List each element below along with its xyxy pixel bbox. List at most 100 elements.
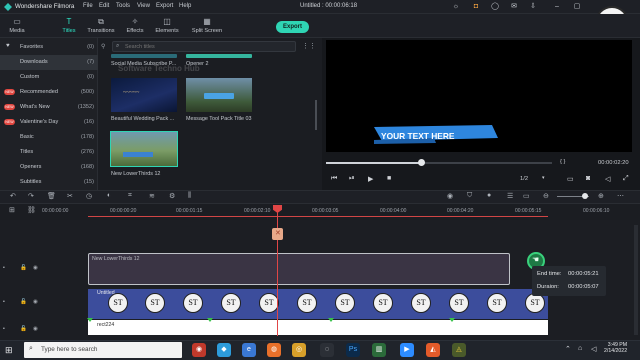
eye-icon[interactable]: ◉ bbox=[33, 299, 38, 305]
download-icon[interactable]: ⇩ bbox=[529, 3, 537, 11]
crop-icon[interactable]: ⌗ bbox=[128, 192, 132, 200]
redo-icon[interactable]: ↷ bbox=[28, 192, 34, 200]
search-input[interactable] bbox=[125, 43, 290, 51]
sidebar-item-whats-new[interactable]: NEW What's New (1352) bbox=[0, 100, 98, 115]
thumbnail-opener[interactable] bbox=[186, 54, 252, 58]
tab-split-screen[interactable]: ▦ Split Screen bbox=[188, 14, 226, 38]
brave-icon[interactable]: ◭ bbox=[426, 343, 440, 357]
thumbnail-wedding[interactable]: ~~~~~ bbox=[111, 78, 177, 112]
app-icon-2[interactable]: ◆ bbox=[217, 343, 231, 357]
thumbnail-social-media[interactable] bbox=[111, 54, 177, 58]
zoom-app-icon[interactable]: ▶ bbox=[400, 343, 414, 357]
shape-clip[interactable]: rect224 bbox=[88, 320, 548, 335]
marker-icon[interactable] bbox=[87, 318, 93, 322]
menu-export[interactable]: Export bbox=[156, 3, 173, 9]
split-icon[interactable]: ⫼ bbox=[188, 192, 191, 200]
taskbar-clock[interactable]: 3:49 PM 2/14/2022 bbox=[604, 342, 627, 354]
sidebar-item-custom[interactable]: Custom (0) bbox=[0, 70, 98, 85]
sidebar-item-titles[interactable]: Titles (276) bbox=[0, 145, 98, 160]
filter-icon[interactable]: ⚲ bbox=[101, 43, 105, 50]
marker-icon[interactable] bbox=[207, 318, 213, 322]
sidebar-item-favorites[interactable]: ♥ Favorites (0) bbox=[0, 40, 98, 55]
add-track-icon[interactable]: ⊞ bbox=[9, 206, 15, 214]
subtitle-icon[interactable]: ▭ bbox=[523, 192, 530, 200]
taskbar-search[interactable]: ⌕ Type here to search bbox=[24, 342, 182, 358]
sidebar-item-basic[interactable]: Basic (178) bbox=[0, 130, 98, 145]
lock-icon[interactable]: 🔓 bbox=[20, 326, 27, 332]
eye-icon[interactable]: ◉ bbox=[33, 265, 38, 271]
tab-transitions[interactable]: ⧉ Transitions bbox=[84, 14, 118, 38]
zoom-slider-handle[interactable] bbox=[582, 193, 588, 199]
thumbnail-new-lowerthirds[interactable] bbox=[110, 131, 178, 167]
sidebar-item-openers[interactable]: Openers (168) bbox=[0, 160, 98, 175]
zoom-in-icon[interactable]: ⊕ bbox=[598, 192, 604, 200]
cut-icon[interactable]: ✂ bbox=[67, 192, 73, 200]
account-icon[interactable]: ◯ bbox=[491, 3, 499, 11]
mic-icon[interactable]: ● bbox=[487, 192, 491, 199]
search-box[interactable]: ⌕ bbox=[112, 41, 296, 52]
link-icon[interactable]: ⛓ bbox=[27, 206, 36, 214]
app-icon-1[interactable]: ◉ bbox=[192, 343, 206, 357]
tab-media[interactable]: ▭ Media bbox=[0, 14, 34, 38]
sidebar-item-subtitles[interactable]: Subtitles (15) bbox=[0, 175, 98, 190]
list-icon[interactable]: ☰ bbox=[507, 192, 513, 200]
tab-titles[interactable]: T Titles bbox=[52, 14, 86, 38]
tray-chevron-icon[interactable]: ⌃ bbox=[565, 345, 571, 353]
edge-icon[interactable]: e bbox=[242, 343, 256, 357]
volume-tray-icon[interactable]: ◁ bbox=[591, 345, 596, 353]
more-options-icon[interactable]: ⋯ bbox=[617, 192, 624, 200]
filmora-taskbar-icon[interactable]: ◬ bbox=[452, 343, 466, 357]
app-icon-8[interactable]: ▥ bbox=[372, 343, 386, 357]
zoom-out-icon[interactable]: ⊖ bbox=[543, 192, 549, 200]
app-icon-6[interactable]: ◌ bbox=[320, 343, 334, 357]
volume-icon[interactable]: ◁ bbox=[605, 175, 610, 183]
network-icon[interactable]: ⌂ bbox=[578, 345, 582, 352]
maximize-icon[interactable]: ▢ bbox=[573, 3, 581, 11]
shield-icon[interactable]: ⛉ bbox=[467, 192, 472, 200]
windows-start-icon[interactable]: ⊞ bbox=[5, 345, 13, 356]
photoshop-icon[interactable]: Ps bbox=[346, 343, 360, 357]
delete-icon[interactable]: 🗑 bbox=[47, 192, 56, 200]
export-button[interactable]: Export bbox=[276, 21, 309, 33]
marker-icon[interactable] bbox=[328, 318, 334, 322]
playhead[interactable] bbox=[277, 206, 278, 336]
lock-icon[interactable]: 🔓 bbox=[20, 299, 27, 305]
timeline-scrollbar[interactable] bbox=[634, 225, 638, 335]
gift-icon[interactable]: ◘ bbox=[472, 3, 480, 11]
menu-file[interactable]: File bbox=[83, 3, 93, 9]
camera-icon[interactable]: ◙ bbox=[586, 175, 590, 182]
mail-icon[interactable]: ✉ bbox=[510, 3, 518, 11]
color-icon[interactable]: ◐ bbox=[107, 192, 111, 199]
fullscreen-icon[interactable]: ⤢ bbox=[623, 175, 629, 183]
sidebar-item-recommended[interactable]: NEW Recommended (500) bbox=[0, 85, 98, 100]
menu-tools[interactable]: Tools bbox=[116, 3, 130, 9]
play-back-icon[interactable]: ⏯ bbox=[349, 175, 355, 183]
grid-view-icon[interactable]: ⋮⋮ bbox=[302, 42, 316, 50]
play-icon[interactable]: ▶ bbox=[368, 175, 373, 183]
title-clip[interactable]: New LowerThirds 12 bbox=[88, 253, 510, 285]
lock-icon[interactable]: 🔓 bbox=[20, 265, 27, 271]
audio-icon[interactable]: ≋ bbox=[149, 192, 155, 200]
undo-icon[interactable]: ↶ bbox=[10, 192, 16, 200]
speed-icon[interactable]: ◷ bbox=[86, 192, 92, 200]
tab-effects[interactable]: ✧ Effects bbox=[118, 14, 152, 38]
stop-icon[interactable]: ■ bbox=[387, 175, 391, 182]
minimize-icon[interactable]: – bbox=[553, 3, 561, 11]
menu-help[interactable]: Help bbox=[179, 3, 191, 9]
render-icon[interactable]: ◉ bbox=[447, 192, 453, 200]
menu-view[interactable]: View bbox=[137, 3, 150, 9]
app-icon-5[interactable]: ◎ bbox=[292, 343, 306, 357]
in-out-brackets[interactable]: { } bbox=[560, 159, 565, 165]
tab-elements[interactable]: ◫ Elements bbox=[150, 14, 184, 38]
settings-icon[interactable]: ⚙ bbox=[169, 192, 175, 200]
sidebar-item-valentines-day[interactable]: NEW Valentine's Day (16) bbox=[0, 115, 98, 130]
library-scrollbar[interactable] bbox=[315, 100, 317, 130]
bulb-icon[interactable]: ☼ bbox=[452, 3, 460, 11]
menu-edit[interactable]: Edit bbox=[99, 3, 109, 9]
monitor-icon[interactable]: ▭ bbox=[567, 175, 574, 183]
thumbnail-message-tool[interactable] bbox=[186, 78, 252, 112]
sidebar-item-downloads[interactable]: Downloads (7) bbox=[0, 55, 98, 70]
playhead-marker[interactable]: ✕ bbox=[272, 228, 283, 240]
preview-progress-handle[interactable] bbox=[417, 159, 425, 166]
eye-icon[interactable]: ◉ bbox=[33, 326, 38, 332]
